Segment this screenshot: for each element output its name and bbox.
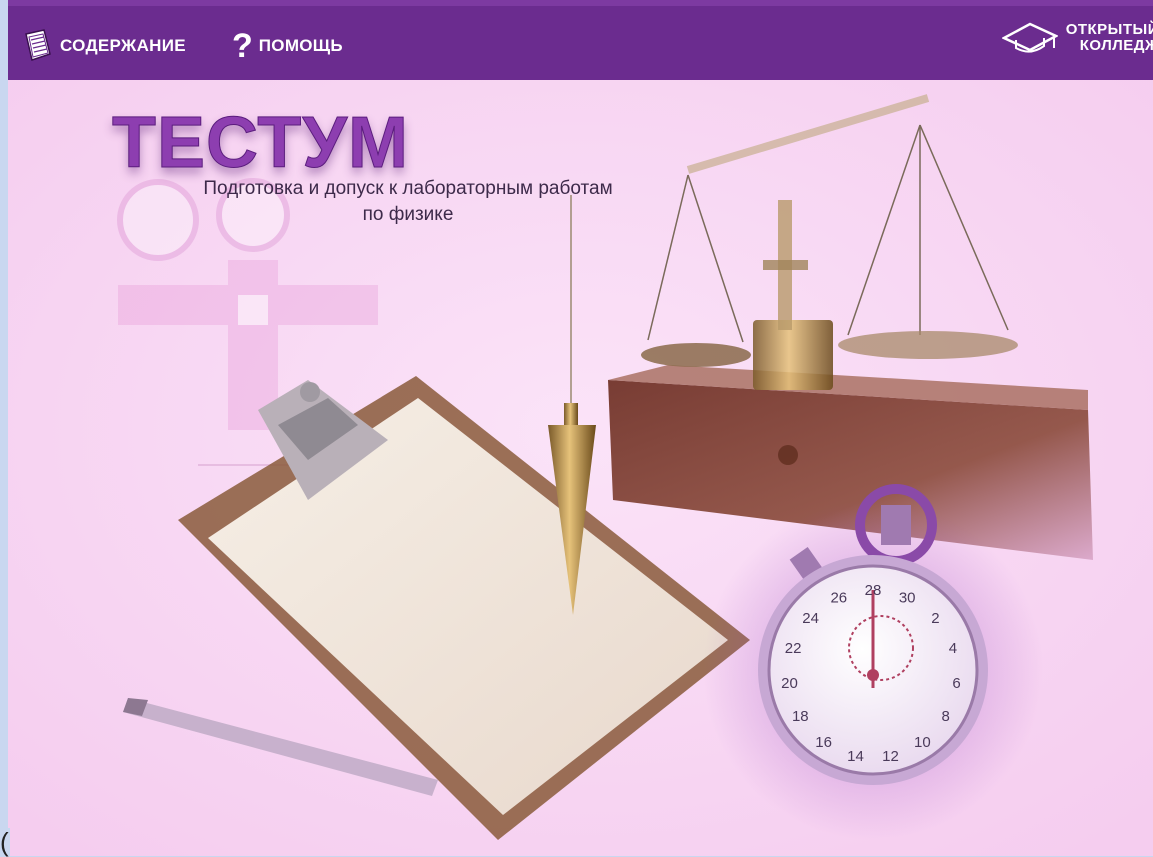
dial-number: 6 — [952, 675, 960, 692]
dial-number: 28 — [865, 582, 882, 599]
help-label: ПОМОЩЬ — [258, 36, 343, 55]
brand-line-2: КОЛЛЕДЖ — [1079, 37, 1153, 54]
app-window: СОДЕРЖАНИЕ ? ПОМОЩЬ ОТКРЫТЫЙ КОЛЛЕДЖ 28 … — [8, 0, 1153, 856]
graduation-cap-icon — [1001, 22, 1058, 53]
title-screen: 28 30 2 4 6 8 10 12 14 16 18 20 22 24 26 ТЕСТУМ Подгот… — [8, 80, 1153, 856]
top-navigation-bar: СОДЕРЖАНИЕ ? ПОМОЩЬ ОТКРЫТЫЙ КОЛЛЕДЖ — [8, 0, 1153, 80]
dial-number: 12 — [882, 748, 899, 765]
dial-number: 26 — [830, 589, 847, 606]
stray-bracket-text: ( — [0, 827, 10, 857]
dial-number: 14 — [847, 748, 864, 765]
contents-label: СОДЕРЖАНИЕ — [60, 36, 186, 55]
app-subtitle: Подготовка и допуск к лабораторным работ… — [108, 176, 708, 228]
brand-name: ОТКРЫТЫЙ КОЛЛЕДЖ — [1066, 22, 1153, 54]
dial-number: 24 — [802, 610, 819, 627]
book-icon — [25, 29, 51, 61]
open-college-logo[interactable]: ОТКРЫТЫЙ КОЛЛЕДЖ — [1001, 20, 1153, 56]
question-mark-icon: ? — [232, 27, 253, 65]
dial-number: 4 — [949, 640, 957, 657]
dial-number: 22 — [785, 640, 802, 657]
contents-button[interactable]: СОДЕРЖАНИЕ — [22, 28, 186, 64]
dial-number: 18 — [792, 708, 809, 725]
help-button[interactable]: ? ПОМОЩЬ — [232, 28, 343, 64]
dial-number: 10 — [914, 734, 931, 751]
dial-number: 16 — [815, 734, 832, 751]
subtitle-line-2: по физике — [362, 204, 454, 225]
brand-line-1: ОТКРЫТЫЙ — [1065, 21, 1153, 38]
app-title: ТЕСТУМ — [112, 103, 409, 184]
dial-number: 20 — [781, 675, 798, 692]
dial-number: 8 — [942, 708, 950, 725]
dial-number: 2 — [931, 610, 939, 627]
subtitle-line-1: Подготовка и допуск к лабораторным работ… — [203, 178, 613, 199]
dial-number: 30 — [899, 589, 916, 606]
